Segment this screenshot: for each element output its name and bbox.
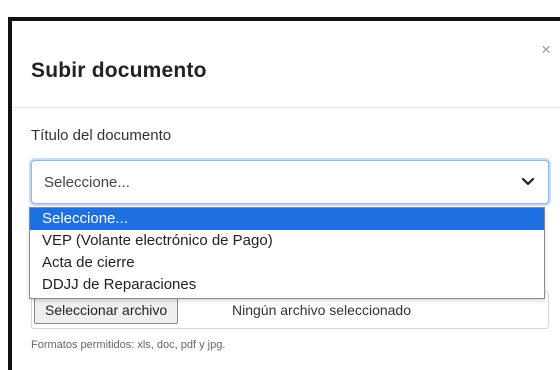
option-ddjj-reparaciones[interactable]: DDJJ de Reparaciones — [30, 274, 544, 296]
modal-title: Subir documento — [31, 59, 207, 82]
file-status-text: Ningún archivo seleccionado — [232, 302, 411, 318]
option-acta-de-cierre[interactable]: Acta de cierre — [30, 252, 544, 274]
option-seleccione[interactable]: Seleccione... — [30, 208, 544, 230]
dropdown-options-list: Seleccione... VEP (Volante electrónico d… — [29, 207, 545, 299]
chevron-down-icon — [521, 177, 535, 186]
option-vep[interactable]: VEP (Volante electrónico de Pago) — [30, 230, 544, 252]
document-title-select[interactable]: Seleccione... — [31, 160, 549, 204]
close-icon[interactable]: × — [541, 41, 551, 58]
choose-file-button[interactable]: Seleccionar archivo — [34, 296, 179, 324]
allowed-formats-text: Formatos permitidos: xls, doc, pdf y jpg… — [31, 339, 226, 351]
modal-header: Subir documento × — [12, 21, 560, 108]
upload-document-modal: Subir documento × Título del documento S… — [8, 17, 560, 370]
document-title-label: Título del documento — [31, 127, 172, 144]
select-current-value: Seleccione... — [44, 174, 130, 191]
